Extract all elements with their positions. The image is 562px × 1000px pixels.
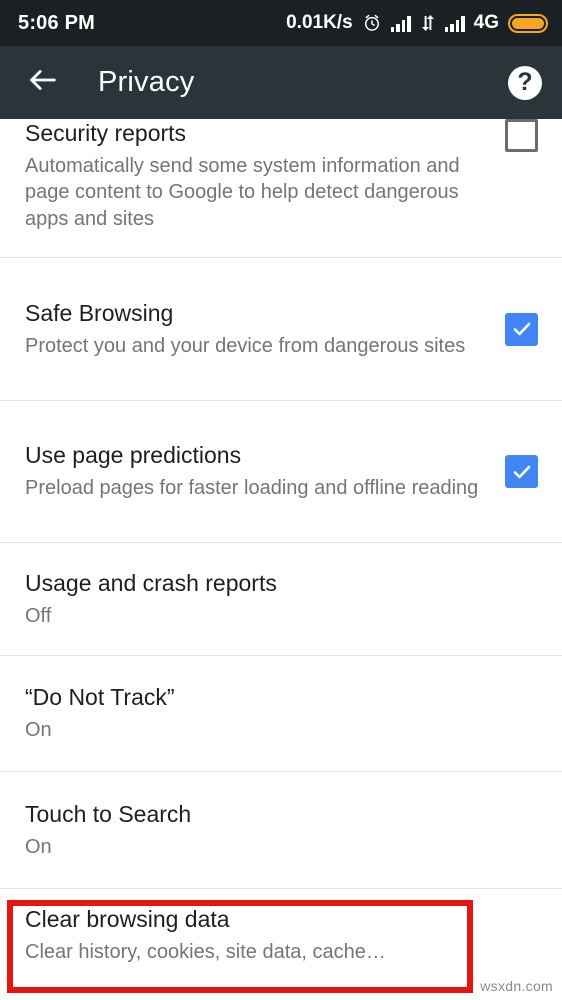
setting-title: Security reports: [25, 120, 187, 146]
page-title: Privacy: [98, 66, 195, 98]
checkbox-security-reports[interactable]: [505, 119, 538, 152]
setting-title: “Do Not Track”: [25, 684, 175, 711]
help-icon[interactable]: ?: [508, 65, 542, 100]
setting-row-safe-browsing[interactable]: Safe Browsing Protect you and your devic…: [0, 258, 562, 400]
setting-text: Clear browsing data Clear history, cooki…: [25, 905, 538, 965]
watermark: wsxdn.com: [480, 978, 553, 994]
back-arrow-icon[interactable]: [26, 63, 60, 102]
app-bar: Privacy ?: [0, 46, 562, 119]
setting-summary: Automatically send some system informati…: [25, 154, 460, 230]
setting-title: Touch to Search: [25, 800, 192, 827]
setting-row-touch-to-search[interactable]: Touch to Search On: [0, 772, 562, 888]
setting-summary: Preload pages for faster loading and off…: [25, 477, 479, 500]
setting-row-security-reports[interactable]: Security reports Automatically send some…: [0, 119, 562, 257]
check-icon: [513, 322, 530, 336]
setting-summary: On: [25, 835, 52, 858]
setting-text: Safe Browsing Protect you and your devic…: [25, 299, 495, 359]
status-bar-icons: 0.01K/s 4G: [286, 12, 548, 34]
setting-text: Security reports Automatically send some…: [25, 119, 495, 233]
setting-row-clear-browsing-data[interactable]: Clear browsing data Clear history, cooki…: [0, 889, 562, 982]
status-bar: 5:06 PM 0.01K/s 4G: [0, 0, 562, 46]
battery-full-icon: [508, 13, 548, 33]
setting-summary: Protect you and your device from dangero…: [25, 334, 466, 357]
setting-text: Use page predictions Preload pages for f…: [25, 441, 495, 501]
setting-summary: Clear history, cookies, site data, cache…: [25, 941, 386, 964]
status-bar-time: 5:06 PM: [18, 11, 95, 34]
setting-row-use-page-predictions[interactable]: Use page predictions Preload pages for f…: [0, 401, 562, 542]
checkbox-use-page-predictions[interactable]: [505, 455, 538, 488]
setting-text: Touch to Search On: [25, 800, 538, 860]
setting-title: Safe Browsing: [25, 299, 174, 326]
alarm-clock-icon: [362, 13, 382, 33]
network-speed-label: 0.01K/s: [286, 12, 353, 33]
setting-text: “Do Not Track” On: [25, 683, 538, 743]
setting-title: Use page predictions: [25, 442, 242, 469]
setting-title: Clear browsing data: [25, 906, 230, 933]
data-transfer-arrows-icon: [420, 14, 436, 32]
setting-summary: Off: [25, 604, 52, 627]
setting-text: Usage and crash reports Off: [25, 569, 538, 629]
signal-bars-icon: [390, 15, 411, 32]
network-type-label: 4G: [473, 12, 499, 33]
signal-bars-icon-secondary: [444, 15, 465, 32]
checkbox-safe-browsing[interactable]: [505, 312, 538, 346]
setting-row-do-not-track[interactable]: “Do Not Track” On: [0, 656, 562, 771]
setting-summary: On: [25, 719, 52, 742]
settings-list: Security reports Automatically send some…: [0, 119, 562, 982]
setting-row-usage-and-crash-reports[interactable]: Usage and crash reports Off: [0, 543, 562, 655]
setting-title: Usage and crash reports: [25, 569, 277, 596]
check-icon: [513, 465, 530, 478]
